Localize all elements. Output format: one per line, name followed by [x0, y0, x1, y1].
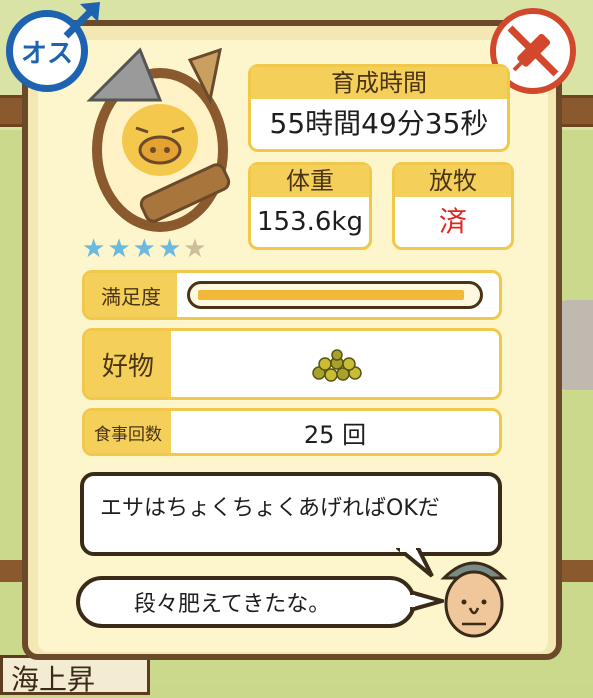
star-empty-icon: ★ [183, 234, 207, 264]
weight-box: 体重 153.6kg [248, 162, 372, 250]
star-icon: ★ [107, 234, 131, 264]
speech-bubble-comment[interactable]: 段々肥えてきたな。 [76, 576, 416, 628]
meal-count-row: 食事回数 25 回 [82, 408, 502, 456]
male-arrow-icon [63, 2, 100, 39]
meal-count-label: 食事回数 [85, 411, 171, 453]
weight-value: 153.6kg [257, 207, 363, 237]
background-sign: 海上昇 [0, 655, 150, 696]
speech-bubble-tail [396, 548, 434, 578]
pig-rating: ★ ★ ★ ★ ★ [82, 236, 207, 262]
satisfaction-label: 満足度 [85, 273, 177, 317]
satisfaction-bar [187, 281, 483, 309]
grazing-label: 放牧 [395, 165, 511, 197]
speech-bubble-hint-text: エサはちょくちょくあげればOKだ [100, 496, 440, 521]
growth-time-box: 育成時間 55時間49分35秒 [248, 64, 510, 152]
satisfaction-bar-fill [198, 290, 464, 300]
meal-count-value: 25 回 [303, 420, 367, 449]
growth-time-label: 育成時間 [251, 67, 507, 99]
satisfaction-row: 満足度 [82, 270, 502, 320]
grazing-box: 放牧 済 [392, 162, 514, 250]
speech-bubble-tail [410, 589, 444, 613]
growth-time-value: 55時間49分35秒 [269, 107, 489, 140]
favorite-food-row: 好物 [82, 328, 502, 400]
star-icon: ★ [82, 234, 106, 264]
weight-label: 体重 [251, 165, 369, 197]
pig-portrait [86, 47, 231, 232]
speech-bubble-comment-text: 段々肥えてきたな。 [134, 592, 331, 617]
star-icon: ★ [132, 234, 156, 264]
favorite-food-label: 好物 [85, 331, 171, 397]
star-icon: ★ [157, 234, 182, 264]
grazing-value: 済 [438, 205, 467, 238]
feed-pellets-icon [312, 349, 362, 382]
farmer-avatar [440, 561, 508, 638]
speech-bubble-hint[interactable]: エサはちょくちょくあげればOKだ [80, 472, 502, 556]
